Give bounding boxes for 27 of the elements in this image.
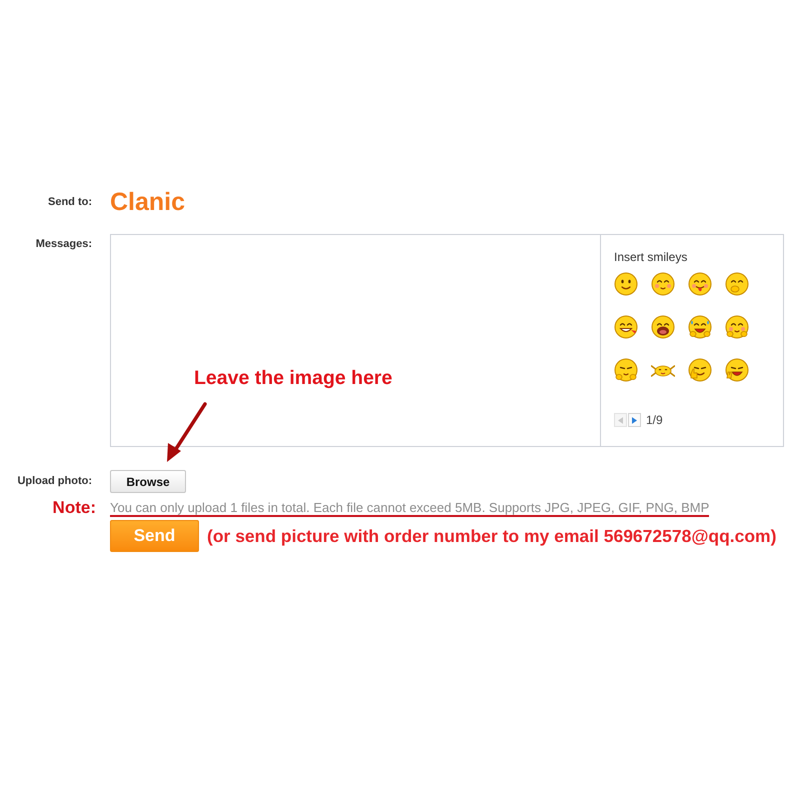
recipient-name: Clanic	[110, 187, 186, 217]
browse-button[interactable]: Browse	[110, 470, 186, 493]
laughing-face-icon[interactable]	[688, 315, 712, 339]
blushing-face-icon[interactable]	[725, 315, 749, 339]
next-page-button[interactable]	[628, 413, 641, 427]
shy-face-icon[interactable]	[614, 358, 638, 382]
giggling-face-icon[interactable]	[725, 272, 749, 296]
tongue-out-face-icon[interactable]	[688, 272, 712, 296]
annotation-arrow	[164, 402, 208, 464]
send-to-label: Send to:	[48, 194, 92, 210]
blushing-face-icon[interactable]	[651, 272, 675, 296]
triangle-left-icon	[618, 416, 623, 424]
message-field[interactable]	[110, 234, 601, 447]
callout-text: Leave the image here	[194, 366, 392, 391]
messages-label: Messages:	[36, 237, 92, 252]
victory-face-icon[interactable]	[725, 358, 749, 382]
note-label: Note:	[52, 497, 96, 520]
smiling-face-icon[interactable]	[614, 272, 638, 296]
page-counter: 1/9	[646, 412, 663, 429]
smileys-title: Insert smileys	[614, 249, 688, 265]
triangle-right-icon	[632, 416, 637, 424]
upload-limit-hint: You can only upload 1 files in total. Each file cannot exceed 5MB. Supports JPG, JPEG, GIF, PNG, BMP	[110, 500, 710, 516]
grinning-face-icon[interactable]	[614, 315, 638, 339]
email-note: (or send picture with order number to my email 569672578@qq.com)	[207, 524, 776, 548]
thumbs-up-face-icon[interactable]	[688, 358, 712, 382]
upload-photo-label: Upload photo:	[17, 474, 92, 490]
open-mouth-face-icon[interactable]	[651, 315, 675, 339]
